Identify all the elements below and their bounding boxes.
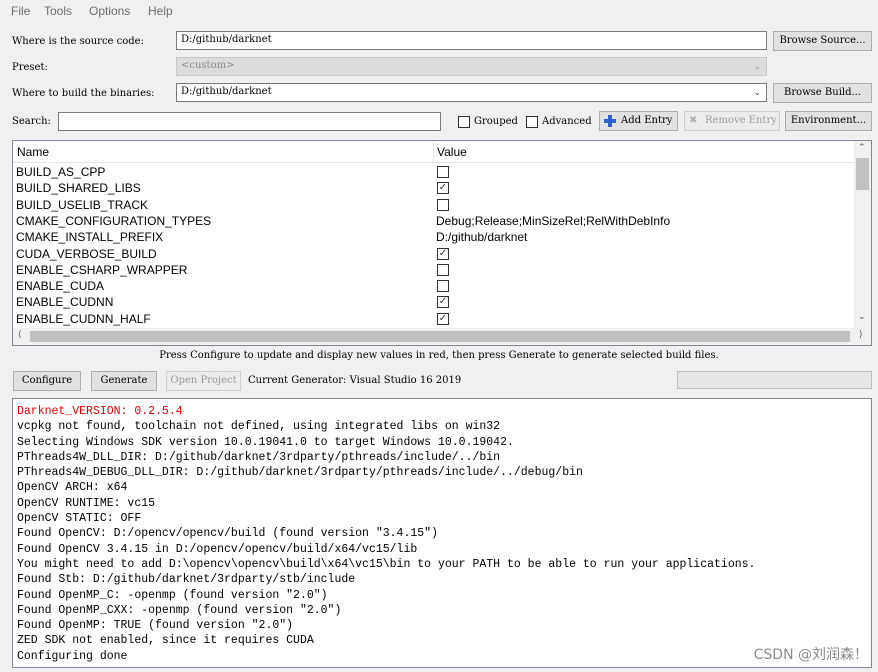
row-name: ENABLE_CUDNN_HALF	[16, 311, 151, 326]
row-value[interactable]: Debug;Release;MinSizeRel;RelWithDebInfo	[436, 214, 670, 228]
table-header: Name Value	[13, 141, 855, 163]
browse-build-button[interactable]: Browse Build...	[773, 83, 872, 103]
column-header-name[interactable]: Name	[17, 145, 49, 159]
scroll-down-icon[interactable]: ⌄	[858, 312, 866, 322]
search-label: Search:	[12, 116, 51, 127]
preset-label: Preset:	[12, 62, 48, 73]
remove-entry-button: ✖ Remove Entry	[684, 111, 780, 131]
progress-bar	[677, 371, 872, 389]
output-log[interactable]: Darknet_VERSION: 0.2.5.4 vcpkg not found,…	[12, 398, 872, 668]
checkbox-unchecked[interactable]	[437, 263, 449, 276]
menu-file[interactable]: File	[11, 4, 30, 18]
menu-help[interactable]: Help	[148, 4, 173, 18]
current-generator-label: Current Generator: Visual Studio 16 2019	[248, 375, 462, 386]
log-line: OpenCV RUNTIME: vc15	[17, 496, 156, 510]
log-line: Selecting Windows SDK version 10.0.19041…	[17, 435, 514, 449]
row-name: ENABLE_CUDNN	[16, 295, 114, 310]
advanced-label: Advanced	[542, 116, 592, 127]
scroll-left-icon[interactable]: ⟨	[18, 330, 22, 340]
chevron-down-icon: ⌄	[753, 62, 761, 72]
menu-tools[interactable]: Tools	[44, 4, 72, 18]
table-row[interactable]: ENABLE_CUDNN_HALF ✓	[13, 312, 855, 328]
log-line: Found Stb: D:/github/darknet/3rdparty/st…	[17, 573, 356, 587]
table-row[interactable]: ENABLE_CUDNN ✓	[13, 295, 855, 311]
table-row[interactable]: BUILD_SHARED_LIBS ✓	[13, 181, 855, 197]
row-name: BUILD_USELIB_TRACK	[16, 197, 149, 212]
log-line: PThreads4W_DEBUG_DLL_DIR: D:/github/dark…	[17, 466, 583, 480]
row-value[interactable]: D:/github/darknet	[436, 230, 527, 244]
log-line: Found OpenMP_CXX: -openmp (found version…	[17, 603, 342, 617]
column-divider[interactable]	[433, 141, 434, 163]
source-label: Where is the source code:	[12, 36, 144, 47]
hint-text: Press Configure to update and display ne…	[159, 350, 719, 361]
vertical-scrollbar[interactable]: ⌃ ⌄	[854, 141, 871, 329]
table-row[interactable]: CMAKE_CONFIGURATION_TYPES Debug;Release;M…	[13, 214, 855, 230]
grouped-checkbox[interactable]	[458, 116, 470, 128]
column-header-value[interactable]: Value	[437, 145, 467, 159]
checkbox-unchecked[interactable]	[437, 166, 449, 178]
checkbox-checked[interactable]: ✓	[437, 182, 449, 195]
scrollbar-thumb[interactable]	[30, 331, 850, 342]
row-name: CMAKE_CONFIGURATION_TYPES	[16, 213, 212, 228]
row-name: BUILD_AS_CPP	[16, 165, 106, 179]
log-line: Found OpenCV 3.4.15 in D:/opencv/opencv/…	[17, 542, 418, 556]
add-icon	[604, 115, 616, 127]
remove-icon: ✖	[689, 115, 698, 126]
advanced-checkbox[interactable]	[526, 116, 538, 128]
generate-button[interactable]: Generate	[91, 371, 157, 391]
log-line: Found OpenMP: TRUE (found version "2.0")	[17, 619, 294, 633]
environment-button[interactable]: Environment...	[785, 111, 872, 131]
log-line: OpenCV STATIC: OFF	[17, 512, 142, 526]
build-path-value: D:/github/darknet	[181, 86, 272, 97]
browse-source-button[interactable]: Browse Source...	[773, 31, 872, 51]
chevron-down-icon[interactable]: ⌄	[753, 88, 761, 98]
row-name: ENABLE_CUDA	[16, 279, 105, 294]
log-line: Darknet_VERSION: 0.2.5.4	[17, 405, 183, 418]
search-input[interactable]	[58, 112, 441, 131]
log-line: You might need to add D:\opencv\opencv\b…	[17, 557, 756, 571]
add-entry-label: Add Entry	[621, 115, 673, 126]
log-line: vcpkg not found, toolchain not defined, …	[17, 420, 501, 434]
open-project-button: Open Project	[166, 371, 241, 391]
table-row[interactable]: BUILD_AS_CPP	[13, 165, 855, 181]
table-row[interactable]: CMAKE_INSTALL_PREFIX D:/github/darknet	[13, 230, 855, 246]
checkbox-checked[interactable]: ✓	[437, 296, 449, 309]
scroll-right-icon[interactable]: ⟩	[859, 330, 863, 340]
checkbox-unchecked[interactable]	[437, 198, 449, 211]
menu-bar: File Tools Options Help	[0, 0, 878, 22]
scrollbar-thumb[interactable]	[856, 158, 869, 190]
horizontal-scrollbar[interactable]: ⟨ ⟩	[13, 328, 871, 345]
preset-select: <custom> ⌄	[176, 57, 767, 76]
log-line: Found OpenMP_C: -openmp (found version "…	[17, 588, 328, 602]
remove-entry-label: Remove Entry	[705, 115, 777, 126]
cache-table: Name Value BUILD_AS_CPP BUILD_SHARED_LIBS…	[12, 140, 872, 346]
table-row[interactable]: CUDA_VERBOSE_BUILD ✓	[13, 247, 855, 263]
build-label: Where to build the binaries:	[12, 88, 155, 99]
configure-button[interactable]: Configure	[13, 371, 81, 391]
row-name: CMAKE_INSTALL_PREFIX	[16, 230, 164, 245]
log-line: PThreads4W_DLL_DIR: D:/github/darknet/3r…	[17, 450, 501, 464]
watermark: CSDN @刘润森！	[753, 647, 868, 663]
checkbox-checked[interactable]: ✓	[437, 247, 449, 260]
log-line: OpenCV ARCH: x64	[17, 481, 128, 495]
log-line: Found OpenCV: D:/opencv/opencv/build (fo…	[17, 527, 438, 541]
checkbox-checked[interactable]: ✓	[437, 312, 449, 325]
log-line: Configuring done	[17, 649, 128, 663]
checkbox-unchecked[interactable]	[437, 280, 449, 293]
add-entry-button[interactable]: Add Entry	[599, 111, 678, 131]
scroll-up-icon[interactable]: ⌃	[858, 143, 866, 153]
preset-value: <custom>	[181, 60, 235, 71]
table-row[interactable]: ENABLE_CUDA	[13, 279, 855, 295]
menu-options[interactable]: Options	[89, 4, 130, 18]
grouped-label: Grouped	[474, 116, 518, 127]
table-row[interactable]: BUILD_USELIB_TRACK	[13, 198, 855, 214]
log-line: ZED SDK not enabled, since it requires C…	[17, 634, 314, 648]
row-name: CUDA_VERBOSE_BUILD	[16, 246, 157, 261]
row-name: ENABLE_CSHARP_WRAPPER	[16, 262, 188, 277]
source-path-input[interactable]: D:/github/darknet	[176, 31, 767, 50]
row-name: BUILD_SHARED_LIBS	[16, 181, 141, 196]
build-path-combo[interactable]: D:/github/darknet ⌄	[176, 83, 767, 102]
table-row[interactable]: ENABLE_CSHARP_WRAPPER	[13, 263, 855, 279]
